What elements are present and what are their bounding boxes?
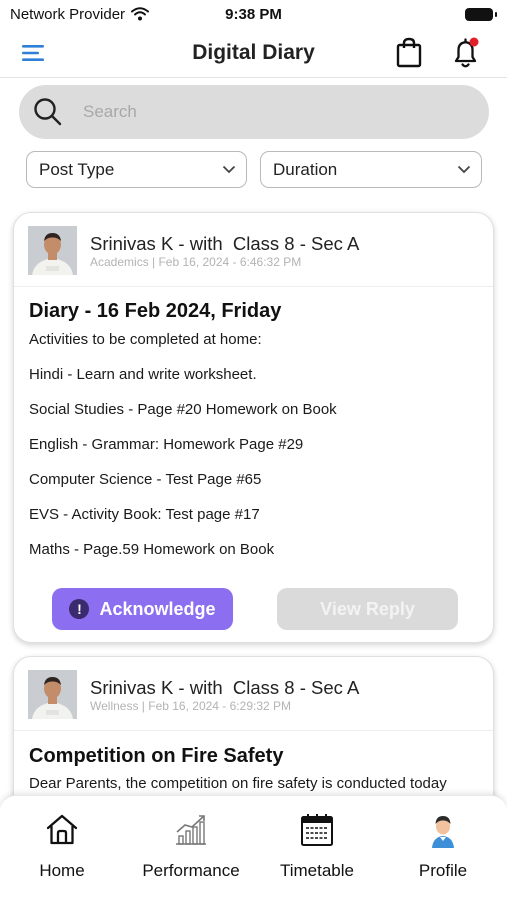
post-header: Srinivas K - with Class 8 - Sec A Academ… xyxy=(14,213,493,287)
search-icon xyxy=(34,98,62,126)
post-type-label: Post Type xyxy=(39,159,115,179)
post-line: Dear Parents, the competition on fire sa… xyxy=(29,775,447,792)
duration-dropdown[interactable]: Duration xyxy=(260,151,482,188)
chevron-down-icon xyxy=(222,165,236,174)
nav-performance[interactable]: Performance xyxy=(135,796,247,896)
chevron-down-icon xyxy=(457,165,471,174)
acknowledge-button[interactable]: ! Acknowledge xyxy=(52,588,233,630)
post-line: Social Studies - Page #20 Homework on Bo… xyxy=(29,401,337,418)
nav-home[interactable]: Home xyxy=(22,796,102,896)
post-meta: Academics | Feb 16, 2024 - 6:46:32 PM xyxy=(90,255,302,269)
search-input[interactable] xyxy=(83,102,443,122)
wifi-icon xyxy=(131,7,150,21)
post-line: Maths - Page.59 Homework on Book xyxy=(29,541,275,558)
post-author: Srinivas K - with Class 8 - Sec A xyxy=(90,677,360,698)
search-bar[interactable] xyxy=(19,85,489,139)
duration-label: Duration xyxy=(273,159,338,179)
post-line: Computer Science - Test Page #65 xyxy=(29,471,262,488)
carrier-label: Network Provider xyxy=(10,5,126,23)
post-header: Srinivas K - with Class 8 - Sec A Wellne… xyxy=(14,657,493,731)
author-avatar xyxy=(28,226,77,275)
post-line: English - Grammar: Homework Page #29 xyxy=(29,436,304,453)
post-author: Srinivas K - with Class 8 - Sec A xyxy=(90,233,360,254)
diary-post-card: Srinivas K - with Class 8 - Sec A Academ… xyxy=(13,212,494,643)
post-line: Hindi - Learn and write worksheet. xyxy=(29,366,257,383)
timetable-icon xyxy=(301,814,333,846)
post-title: Diary - 16 Feb 2024, Friday xyxy=(29,300,282,322)
view-reply-label: View Reply xyxy=(320,598,415,619)
acknowledge-label: Acknowledge xyxy=(99,598,216,619)
post-meta: Wellness | Feb 16, 2024 - 6:29:32 PM xyxy=(90,699,292,713)
shopping-bag-icon[interactable] xyxy=(395,36,423,68)
status-left: Network Provider xyxy=(10,5,150,23)
view-reply-button[interactable]: View Reply xyxy=(277,588,458,630)
post-line: EVS - Activity Book: Test page #17 xyxy=(29,506,260,523)
bottom-nav: Home Performance Timetable Profile xyxy=(0,795,507,900)
performance-chart-icon xyxy=(176,815,206,845)
author-avatar xyxy=(28,670,77,719)
nav-timetable-label: Timetable xyxy=(279,861,354,880)
status-bar: Network Provider 9:38 PM xyxy=(0,0,507,28)
post-title: Competition on Fire Safety xyxy=(29,745,284,767)
home-icon xyxy=(46,814,78,845)
nav-profile[interactable]: Profile xyxy=(404,796,482,896)
alert-icon: ! xyxy=(69,599,90,619)
notification-bell-icon[interactable] xyxy=(450,36,482,70)
nav-performance-label: Performance xyxy=(142,861,240,880)
profile-avatar-icon xyxy=(432,816,454,848)
nav-timetable[interactable]: Timetable xyxy=(272,796,362,896)
post-line: Activities to be completed at home: xyxy=(29,331,262,348)
nav-home-label: Home xyxy=(39,861,85,880)
post-type-dropdown[interactable]: Post Type xyxy=(26,151,247,188)
battery-icon xyxy=(465,7,497,21)
page-title: Digital Diary xyxy=(192,41,315,64)
app-header: Digital Diary xyxy=(0,28,507,78)
nav-profile-label: Profile xyxy=(418,861,468,880)
